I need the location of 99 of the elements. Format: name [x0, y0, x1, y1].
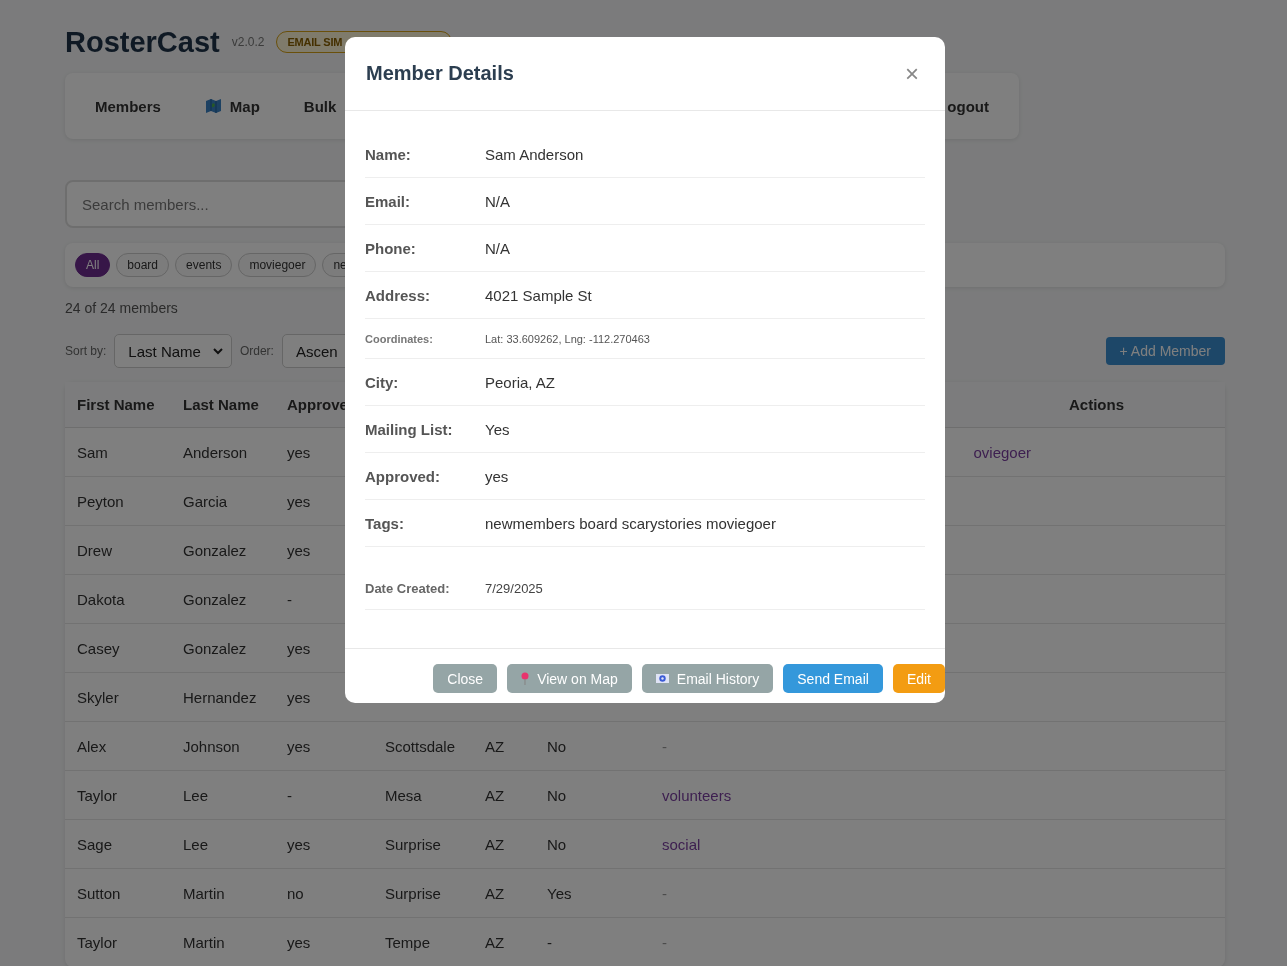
table-cell: Tempe [385, 933, 431, 951]
field-label: Name: [365, 145, 412, 163]
table-cell: - [287, 590, 292, 608]
field-value: N/A [485, 239, 510, 257]
table-cell: Sutton [77, 884, 121, 902]
table-cell: yes [287, 639, 311, 657]
tag-text: - [662, 884, 667, 902]
table-cell: Mesa [385, 786, 422, 804]
sort-label: Sort by: [65, 344, 107, 358]
table-cell: Gonzalez [183, 590, 247, 608]
field-value: Sam Anderson [485, 145, 584, 163]
table-cell: Lee [183, 786, 209, 804]
dialog-button[interactable]: Email History [641, 664, 774, 693]
add-member-button[interactable]: + Add Member [1105, 337, 1225, 365]
table-cell: Skyler [77, 688, 119, 706]
table-cell: Martin [183, 933, 225, 951]
table-cell: AZ [485, 786, 505, 804]
dialog-button[interactable]: View on Map [507, 664, 632, 693]
table-cell: no [287, 884, 304, 902]
sort-select[interactable]: Last Name [114, 334, 232, 368]
member-count: 24 of 24 members [65, 300, 179, 316]
field-value: Peoria, AZ [485, 373, 556, 391]
column-header: Actions [1057, 382, 1225, 428]
pin-icon [521, 672, 530, 685]
order-label: Order: [239, 344, 274, 358]
tag-filter-chip[interactable]: board [116, 253, 170, 277]
field-label: Address: [365, 286, 432, 304]
field-value: 4021 Sample St [485, 286, 592, 304]
table-cell: Yes [547, 884, 572, 902]
table-cell: Dakota [77, 590, 125, 608]
dialog-button[interactable]: Send Email [783, 664, 883, 693]
column-header: Last Name [171, 382, 275, 428]
table-cell: Gonzalez [183, 541, 247, 559]
tag-text: - [662, 737, 667, 755]
app-title: RosterCast [65, 25, 220, 59]
table-cell: - [287, 786, 292, 804]
table-cell: No [547, 737, 567, 755]
tag-filter-chip[interactable]: All [75, 253, 111, 277]
close-button[interactable]: × [899, 61, 925, 86]
table-cell: Martin [183, 884, 225, 902]
table-cell: yes [287, 737, 311, 755]
field-value: newmembers board scarystories moviegoer [485, 514, 776, 532]
table-cell: Peyton [77, 492, 124, 510]
table-cell: yes [287, 835, 311, 853]
table-cell: Alex [77, 737, 107, 755]
table-cell: AZ [485, 737, 505, 755]
table-cell: AZ [485, 933, 505, 951]
table-cell: Taylor [77, 786, 117, 804]
tag-text: oviegoer [973, 443, 1031, 461]
nav-link[interactable]: ogout [947, 97, 989, 115]
column-header: First Name [65, 382, 171, 428]
field-value: N/A [485, 192, 510, 210]
table-cell: Taylor [77, 933, 117, 951]
field-label: Tags: [365, 514, 405, 532]
tag-text: - [662, 933, 667, 951]
nav-link[interactable]: Members [95, 97, 161, 115]
table-cell: No [547, 786, 567, 804]
tag-filter-chip[interactable]: moviegoer [238, 253, 317, 277]
field-label: Phone: [365, 239, 417, 257]
field-value: Lat: 33.609262, Lng: -112.270463 [485, 332, 650, 345]
nav-link[interactable]: Bulk [303, 97, 337, 115]
tag-text: volunteers [662, 786, 732, 804]
dialog-title: Member Details [366, 62, 514, 85]
table-cell: Johnson [183, 737, 240, 755]
table-cell: yes [287, 541, 311, 559]
table-cell: Garcia [183, 492, 228, 510]
nav-link[interactable]: Map [204, 97, 260, 115]
table-cell: Sage [77, 835, 113, 853]
table-cell: No [547, 835, 567, 853]
dropdown-caret-icon [212, 347, 223, 355]
field-label: Email: [365, 192, 411, 210]
tag-text: social [662, 835, 701, 853]
table-cell: AZ [485, 884, 505, 902]
dialog-button[interactable]: Edit [892, 664, 945, 693]
table-cell: Drew [77, 541, 112, 559]
field-value: yes [485, 467, 509, 485]
version-label: v2.0.2 [231, 35, 265, 49]
table-cell: Surprise [385, 835, 441, 853]
tag-filter-chip[interactable]: events [175, 253, 233, 277]
field-value: 7/29/2025 [485, 580, 543, 596]
table-cell: Hernandez [183, 688, 257, 706]
dialog-button[interactable]: Close [433, 664, 498, 693]
table-cell: - [547, 933, 552, 951]
table-cell: Sam [77, 443, 108, 461]
field-label: Approved: [365, 467, 441, 485]
table-cell: Anderson [183, 443, 248, 461]
map-icon [204, 98, 222, 114]
table-cell: yes [287, 688, 311, 706]
field-value: Yes [485, 420, 510, 438]
table-cell: Casey [77, 639, 120, 657]
table-cell: Surprise [385, 884, 441, 902]
table-cell: yes [287, 443, 311, 461]
table-cell: yes [287, 492, 311, 510]
table-cell: Scottsdale [385, 737, 456, 755]
field-label: Date Created: [365, 580, 451, 596]
table-cell: Gonzalez [183, 639, 247, 657]
table-cell: yes [287, 933, 311, 951]
table-cell: AZ [485, 835, 505, 853]
table-cell: Lee [183, 835, 209, 853]
